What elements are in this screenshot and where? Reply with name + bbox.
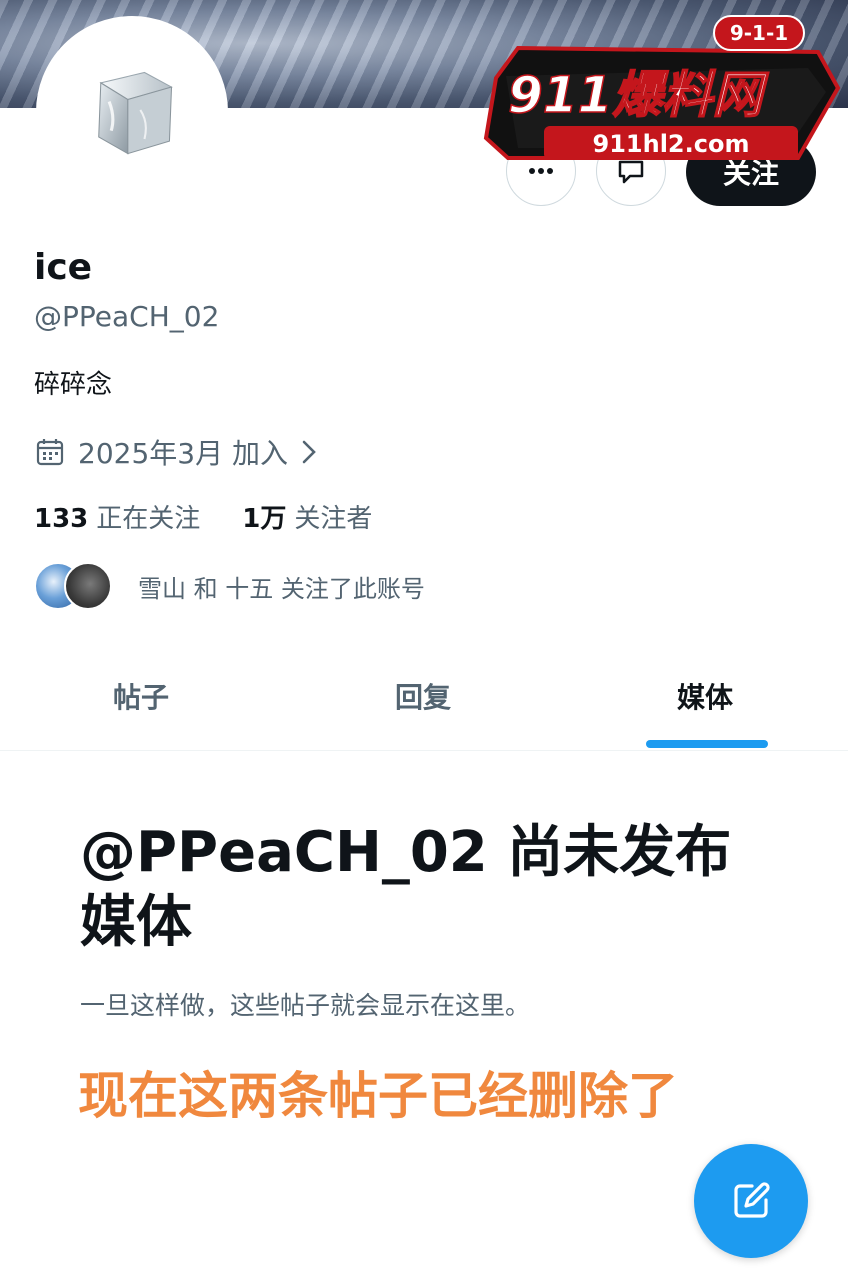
empty-state-title: @PPeaCH_02 尚未发布媒体	[80, 820, 732, 955]
tab-posts[interactable]: 帖子	[113, 676, 169, 716]
active-tab-indicator	[646, 740, 768, 748]
joined-date-row[interactable]: 2025年3月 加入	[34, 432, 318, 472]
watermark-logo: 9-1-1 911爆料网 911hl2.com	[483, 15, 841, 160]
watermark-site: 911hl2.com	[593, 130, 750, 158]
followers-count: 1万	[242, 504, 287, 534]
profile-handle: @PPeaCH_02	[34, 300, 220, 333]
watermark-brand: 911爆料网	[508, 66, 769, 124]
overlay-annotation: 现在这两条帖子已经删除了	[78, 1067, 678, 1125]
watermark-badge: 9-1-1	[730, 21, 788, 45]
calendar-icon	[36, 439, 64, 466]
compose-icon	[734, 1182, 770, 1218]
following-label: 正在关注	[96, 504, 201, 534]
profile-bio: 碎碎念	[34, 370, 113, 400]
following-stat[interactable]: 133 正在关注	[34, 498, 200, 535]
followed-by-text: 雪山 和 十五 关注了此账号	[138, 574, 425, 603]
joined-date: 2025年3月 加入	[78, 437, 288, 470]
ice-cube-icon	[98, 71, 173, 155]
tab-replies[interactable]: 回复	[395, 676, 451, 716]
followers-stat[interactable]: 1万 关注者	[242, 498, 372, 535]
follower-avatar	[64, 562, 112, 610]
followers-label: 关注者	[294, 504, 373, 534]
followed-by-row[interactable]: 雪山 和 十五 关注了此账号	[34, 562, 425, 610]
chevron-right-icon	[302, 440, 316, 464]
follow-stats: 133 正在关注 1万 关注者	[34, 498, 372, 535]
following-count: 133	[34, 504, 89, 534]
profile-tabs: 帖子 回复 媒体	[0, 660, 848, 751]
profile-name: ice	[34, 247, 93, 288]
empty-state-subtitle: 一旦这样做，这些帖子就会显示在这里。	[80, 991, 531, 1020]
tab-media[interactable]: 媒体	[677, 676, 733, 716]
profile-avatar[interactable]	[36, 16, 228, 208]
compose-button[interactable]	[694, 1144, 808, 1258]
